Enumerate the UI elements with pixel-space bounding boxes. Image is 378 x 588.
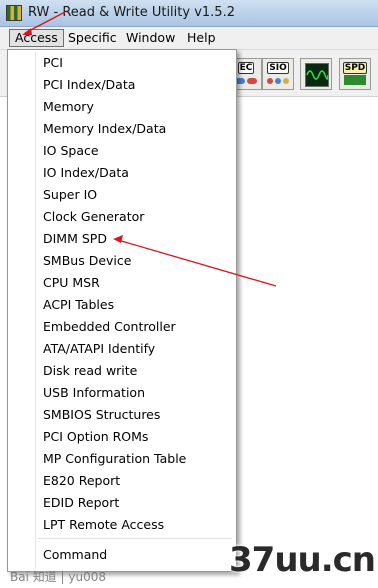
menu-window[interactable]: Window [121, 29, 180, 47]
menu-item-embedded-controller[interactable]: Embedded Controller [43, 316, 176, 338]
menu-item-io-space[interactable]: IO Space [43, 140, 99, 162]
menu-item-pci[interactable]: PCI [43, 52, 63, 74]
sio-button[interactable]: SIO [262, 58, 294, 90]
menu-help[interactable]: Help [182, 29, 221, 47]
access-dropdown-menu: PCI PCI Index/Data Memory Memory Index/D… [7, 49, 237, 572]
window-title: RW - Read & Write Utility v1.5.2 [28, 5, 235, 20]
sio-chip-icon: SIO [267, 62, 289, 74]
menu-item-disk-read-write[interactable]: Disk read write [43, 360, 137, 382]
menu-item-super-io[interactable]: Super IO [43, 184, 97, 206]
menu-access[interactable]: Access [9, 29, 64, 47]
baidu-watermark: Bai 知道 | yu008 [10, 570, 107, 584]
menu-item-e820-report[interactable]: E820 Report [43, 470, 120, 492]
rw-app-icon[interactable] [6, 5, 22, 21]
spd-memory-icon: SPD [342, 62, 368, 74]
menu-item-pci-index-data[interactable]: PCI Index/Data [43, 74, 135, 96]
app-window: RW - Read & Write Utility v1.5.2 Access … [0, 0, 378, 588]
menu-bar: Access Specific Window Help [0, 27, 378, 50]
site-watermark: 37uu.cn [229, 540, 376, 580]
menu-item-mp-configuration-table[interactable]: MP Configuration Table [43, 448, 186, 470]
menu-item-io-index-data[interactable]: IO Index/Data [43, 162, 129, 184]
menu-item-lpt-remote-access[interactable]: LPT Remote Access [43, 514, 164, 536]
menu-item-edid-report[interactable]: EDID Report [43, 492, 119, 514]
menu-separator [38, 538, 232, 539]
oscilloscope-icon [305, 63, 329, 87]
scope-button[interactable] [300, 58, 332, 90]
menu-item-pci-option-roms[interactable]: PCI Option ROMs [43, 426, 148, 448]
menu-item-cpu-msr[interactable]: CPU MSR [43, 272, 100, 294]
menu-item-memory[interactable]: Memory [43, 96, 94, 118]
menu-specific[interactable]: Specific [63, 29, 122, 47]
menu-item-acpi-tables[interactable]: ACPI Tables [43, 294, 114, 316]
menu-item-memory-index-data[interactable]: Memory Index/Data [43, 118, 166, 140]
menu-item-command[interactable]: Command [43, 544, 107, 566]
menu-item-smbus-device[interactable]: SMBus Device [43, 250, 131, 272]
spd-button[interactable]: SPD [339, 58, 371, 90]
menu-item-ata-atapi-identify[interactable]: ATA/ATAPI Identify [43, 338, 155, 360]
menu-item-usb-information[interactable]: USB Information [43, 382, 145, 404]
menu-item-dimm-spd[interactable]: DIMM SPD [43, 228, 107, 250]
menu-item-smbios-structures[interactable]: SMBIOS Structures [43, 404, 160, 426]
menu-gutter [35, 52, 36, 569]
menu-item-clock-generator[interactable]: Clock Generator [43, 206, 144, 228]
title-bar[interactable]: RW - Read & Write Utility v1.5.2 [0, 0, 378, 27]
